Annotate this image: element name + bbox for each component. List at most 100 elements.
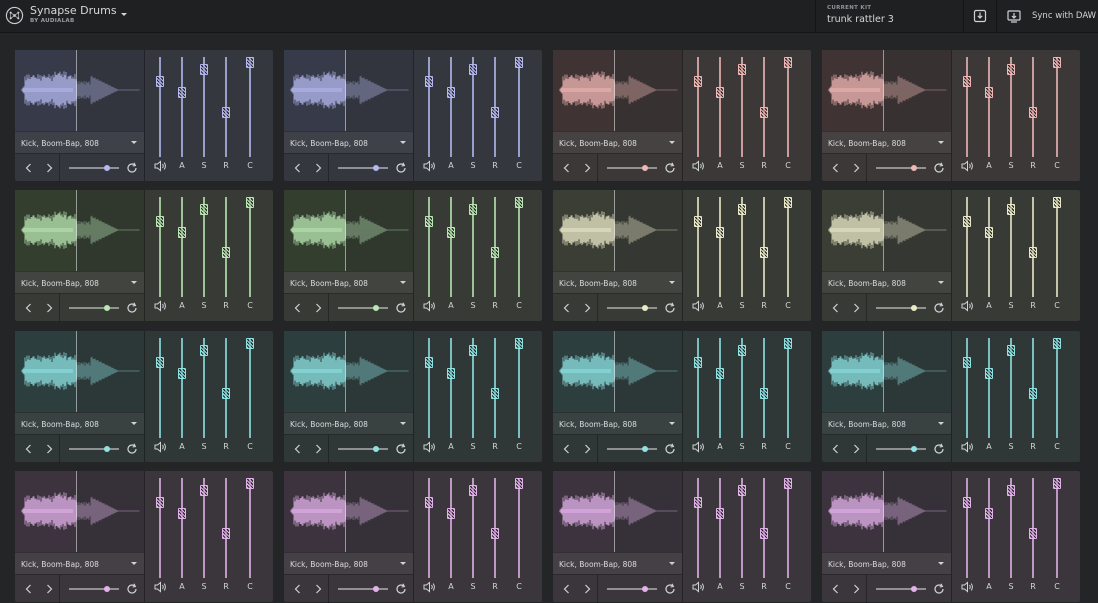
release-fader[interactable]: [1026, 197, 1040, 297]
curve-fader[interactable]: [1050, 57, 1064, 157]
tune-slider-thumb[interactable]: [641, 586, 648, 592]
tune-slider-thumb[interactable]: [910, 446, 917, 452]
attack-fader[interactable]: [444, 338, 458, 438]
sync-daw-button[interactable]: Sync with DAW: [1032, 11, 1096, 21]
fader-knob[interactable]: [1053, 57, 1061, 68]
tune-slider-thumb[interactable]: [641, 446, 648, 452]
chevron-left-icon[interactable]: [289, 440, 307, 458]
release-fader[interactable]: [219, 478, 233, 578]
volume-icon[interactable]: [692, 581, 706, 593]
tune-slider-thumb[interactable]: [641, 165, 648, 171]
attack-fader[interactable]: [444, 57, 458, 157]
volume-fader[interactable]: [153, 338, 167, 438]
chevron-right-icon[interactable]: [40, 440, 58, 458]
chevron-right-icon[interactable]: [847, 299, 865, 317]
fader-knob[interactable]: [222, 528, 230, 540]
curve-fader[interactable]: [243, 197, 257, 297]
fader-knob[interactable]: [1029, 388, 1037, 400]
tune-slider-thumb[interactable]: [372, 305, 379, 311]
fader-knob[interactable]: [425, 356, 433, 368]
curve-fader[interactable]: [781, 57, 795, 157]
volume-icon[interactable]: [423, 160, 437, 172]
waveform[interactable]: [822, 471, 951, 552]
fader-knob[interactable]: [1053, 197, 1061, 208]
attack-fader[interactable]: [982, 478, 996, 578]
attack-fader[interactable]: [713, 197, 727, 297]
fader-knob[interactable]: [515, 57, 523, 68]
fader-knob[interactable]: [963, 75, 971, 87]
chevron-left-icon[interactable]: [827, 580, 845, 598]
curve-fader[interactable]: [243, 478, 257, 578]
release-fader[interactable]: [219, 57, 233, 157]
reset-icon[interactable]: [125, 582, 139, 596]
fader-knob[interactable]: [694, 356, 702, 368]
fader-knob[interactable]: [1007, 64, 1015, 76]
attack-fader[interactable]: [175, 338, 189, 438]
chevron-right-icon[interactable]: [847, 159, 865, 177]
volume-fader[interactable]: [960, 478, 974, 578]
volume-icon[interactable]: [961, 160, 975, 172]
sustain-fader[interactable]: [735, 478, 749, 578]
fader-knob[interactable]: [515, 338, 523, 349]
reset-icon[interactable]: [394, 582, 408, 596]
sustain-fader[interactable]: [1004, 57, 1018, 157]
curve-fader[interactable]: [243, 338, 257, 438]
fader-knob[interactable]: [694, 496, 702, 508]
reset-icon[interactable]: [932, 442, 946, 456]
chevron-left-icon[interactable]: [20, 440, 38, 458]
volume-icon[interactable]: [692, 160, 706, 172]
fader-knob[interactable]: [1053, 478, 1061, 489]
volume-fader[interactable]: [691, 57, 705, 157]
fader-knob[interactable]: [447, 87, 455, 99]
reset-icon[interactable]: [663, 161, 677, 175]
volume-fader[interactable]: [691, 478, 705, 578]
fader-knob[interactable]: [985, 508, 993, 520]
release-fader[interactable]: [757, 197, 771, 297]
fader-knob[interactable]: [246, 338, 254, 349]
tune-slider-thumb[interactable]: [103, 305, 110, 311]
sample-select[interactable]: Kick, Boom-Bap, 808: [553, 271, 682, 293]
fader-knob[interactable]: [222, 388, 230, 400]
release-fader[interactable]: [757, 57, 771, 157]
volume-icon[interactable]: [692, 441, 706, 453]
fader-knob[interactable]: [738, 64, 746, 76]
fader-knob[interactable]: [222, 247, 230, 259]
volume-icon[interactable]: [423, 441, 437, 453]
chevron-left-icon[interactable]: [20, 580, 38, 598]
chevron-left-icon[interactable]: [558, 159, 576, 177]
volume-fader[interactable]: [422, 478, 436, 578]
tune-slider[interactable]: [876, 588, 926, 590]
chevron-left-icon[interactable]: [558, 580, 576, 598]
curve-fader[interactable]: [781, 338, 795, 438]
fader-knob[interactable]: [425, 75, 433, 87]
release-fader[interactable]: [1026, 478, 1040, 578]
curve-fader[interactable]: [512, 478, 526, 578]
reset-icon[interactable]: [932, 301, 946, 315]
fader-knob[interactable]: [156, 75, 164, 87]
fader-knob[interactable]: [784, 478, 792, 489]
fader-knob[interactable]: [178, 368, 186, 380]
volume-fader[interactable]: [153, 57, 167, 157]
fader-knob[interactable]: [178, 508, 186, 520]
fader-knob[interactable]: [491, 247, 499, 259]
fader-knob[interactable]: [200, 485, 208, 497]
fader-knob[interactable]: [694, 215, 702, 227]
fader-knob[interactable]: [738, 485, 746, 497]
chevron-left-icon[interactable]: [289, 580, 307, 598]
sync-daw-icon[interactable]: [1006, 8, 1022, 24]
fader-knob[interactable]: [738, 204, 746, 216]
chevron-right-icon[interactable]: [847, 440, 865, 458]
tune-slider-thumb[interactable]: [103, 165, 110, 171]
fader-knob[interactable]: [246, 197, 254, 208]
volume-icon[interactable]: [154, 160, 168, 172]
curve-fader[interactable]: [1050, 338, 1064, 438]
fader-knob[interactable]: [784, 197, 792, 208]
volume-icon[interactable]: [961, 581, 975, 593]
fader-knob[interactable]: [246, 478, 254, 489]
fader-knob[interactable]: [716, 87, 724, 99]
tune-slider-thumb[interactable]: [372, 446, 379, 452]
fader-knob[interactable]: [491, 388, 499, 400]
sample-select[interactable]: Kick, Boom-Bap, 808: [822, 552, 951, 574]
chevron-right-icon[interactable]: [309, 159, 327, 177]
attack-fader[interactable]: [713, 478, 727, 578]
